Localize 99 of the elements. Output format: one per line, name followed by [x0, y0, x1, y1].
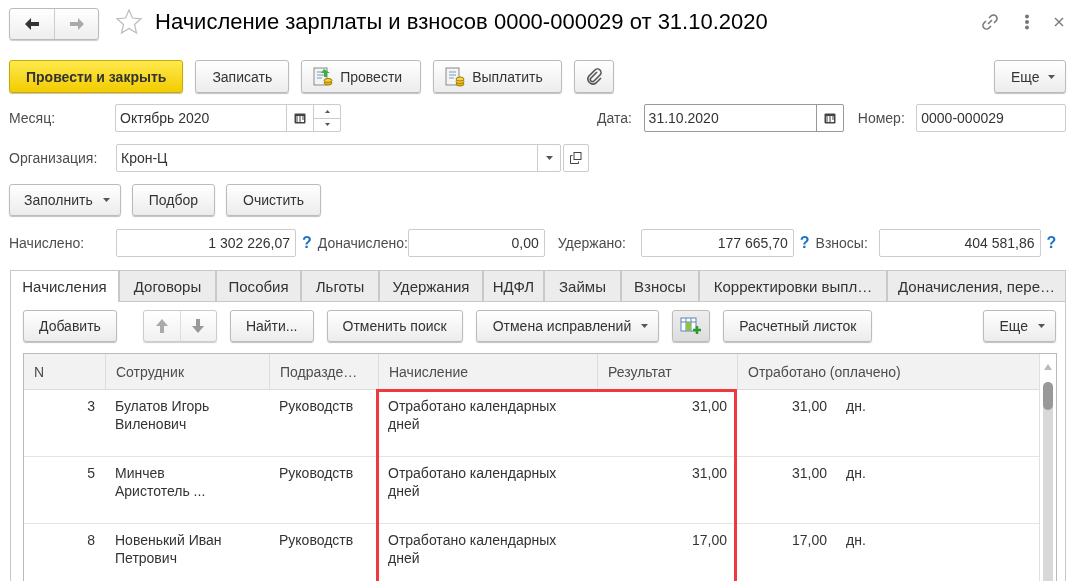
right-arrow-icon [67, 16, 86, 32]
total-field: 177 665,70 [640, 229, 794, 257]
caret-icon [102, 198, 110, 202]
caret-icon [1038, 324, 1045, 328]
window-title: Начисление зарплаты и взносов 0000-000029 от 31.10.2020 [155, 9, 768, 35]
link-icon[interactable] [980, 12, 1000, 32]
column-header[interactable]: Начисление [378, 354, 597, 389]
table-cell-text: Минчев Аристотель ... [114, 464, 207, 501]
column-header[interactable]: N [24, 354, 105, 389]
tab[interactable]: Начисления [10, 270, 119, 302]
table-cell-text: Новенький Иван Петрович [114, 531, 223, 568]
table-plus-icon [680, 317, 703, 335]
table-cell-text: Булатов Игорь Виленович [114, 397, 211, 434]
caret-icon [641, 324, 649, 328]
table-cell-text: 31,00 [790, 464, 827, 483]
more-vertical-icon[interactable] [1024, 14, 1030, 30]
month-field[interactable]: Октябрь 2020 [115, 104, 341, 132]
tab[interactable]: Удержания [379, 270, 483, 301]
table-cell-text: 31,00 [690, 464, 728, 483]
table-cell-text: Отработано календарных дней [387, 464, 558, 501]
field-label: Дата: [597, 110, 633, 126]
toolbar-button[interactable]: Расчетный листок [723, 310, 873, 342]
field-label: Номер: [857, 110, 906, 126]
menu-button[interactable]: Еще [982, 310, 1056, 342]
column-header[interactable]: Результат [597, 354, 737, 389]
add-column-button[interactable] [672, 310, 711, 342]
save-button[interactable]: Записать [195, 60, 290, 93]
column-header[interactable]: Подразде… [269, 354, 378, 389]
help-link[interactable]: ? [302, 234, 312, 252]
help-link[interactable]: ? [799, 234, 810, 252]
table-cell-text: Руководств [278, 531, 355, 550]
document-coins-icon [312, 65, 335, 88]
table-cell-text: 31,00 [690, 397, 728, 416]
post-and-close-button[interactable]: Провести и закрыть [9, 60, 184, 93]
table-cell-text: 3 [86, 397, 96, 416]
table-cell-text: Руководств [278, 464, 355, 483]
tab[interactable]: Корректировки выпл… [699, 270, 887, 301]
table-cell-text: Отработано календарных дней [387, 397, 558, 434]
document-coins-icon [444, 65, 467, 88]
scroll-track[interactable] [1043, 382, 1053, 581]
table-cell-text: Руководств [278, 397, 355, 416]
table-cell-text: 8 [86, 531, 96, 550]
field-label: Организация: [9, 150, 99, 166]
open-button[interactable] [563, 144, 589, 172]
tab[interactable]: Доначисления, пере… [887, 270, 1066, 301]
fill-dropdown-button[interactable]: Заполнить [9, 184, 121, 216]
total-field: 404 581,86 [878, 229, 1041, 257]
calendar-icon [823, 112, 836, 124]
up-icon [324, 109, 330, 113]
toolbar-button[interactable]: Добавить [23, 310, 117, 342]
left-arrow-icon [23, 16, 41, 32]
scroll-up-icon[interactable] [1044, 364, 1052, 370]
toolbar-button[interactable]: Отменить поиск [326, 310, 463, 342]
calendar-icon [294, 112, 306, 124]
field-label: Месяц: [9, 110, 57, 126]
open-window-icon [570, 152, 582, 164]
more-button[interactable]: Еще [994, 60, 1066, 93]
scrollbar[interactable] [1039, 354, 1056, 581]
organization-field[interactable]: Крон-Ц [116, 144, 561, 172]
tab[interactable]: Пособия [216, 270, 301, 301]
toolbar-button[interactable]: Подбор [131, 184, 216, 216]
total-label: Удержано: [557, 235, 627, 251]
help-link[interactable]: ? [1046, 234, 1057, 252]
column-header[interactable]: Сотрудник [105, 354, 269, 389]
menu-button[interactable]: Отмена исправлений [475, 310, 660, 342]
table-cell-text: 5 [86, 464, 96, 483]
tab[interactable]: НДФЛ [483, 270, 544, 301]
post-button[interactable]: Провести [301, 60, 422, 93]
up-arrow-icon [154, 318, 169, 334]
star-icon[interactable] [115, 8, 143, 36]
attach-button[interactable] [573, 60, 614, 93]
caret-icon [1048, 74, 1055, 79]
scroll-thumb[interactable] [1043, 382, 1053, 410]
tab[interactable]: Льготы [301, 270, 379, 301]
unit-label: дн. [846, 464, 866, 483]
total-label: Взносы: [815, 235, 869, 251]
total-label: Доначислено: [317, 235, 408, 251]
date-field[interactable]: 31.10.2020 [643, 104, 844, 132]
tab[interactable]: Договоры [119, 270, 216, 301]
down-arrow-icon [191, 318, 206, 334]
tab[interactable]: Займы [544, 270, 621, 301]
toolbar-button[interactable]: Найти... [229, 310, 314, 342]
unit-label: дн. [846, 397, 866, 416]
table-cell-text: 31,00 [790, 397, 827, 416]
total-field: 0,00 [407, 229, 545, 257]
table-cell-text: 17,00 [790, 531, 827, 550]
total-field: 1 302 226,07 [116, 229, 296, 257]
down-icon [324, 123, 330, 127]
close-icon[interactable] [1054, 17, 1064, 27]
toolbar-button[interactable]: Очистить [226, 184, 321, 216]
paperclip-icon [584, 67, 603, 86]
pay-button[interactable]: Выплатить [433, 60, 562, 93]
caret-icon [545, 156, 553, 160]
number-field[interactable]: 0000-000029 [916, 104, 1066, 132]
table-cell-text: 17,00 [690, 531, 728, 550]
tab[interactable]: Взносы [621, 270, 699, 301]
total-label: Начислено: [9, 235, 86, 251]
unit-label: дн. [846, 531, 866, 550]
table-cell-text: Отработано календарных дней [387, 531, 558, 568]
